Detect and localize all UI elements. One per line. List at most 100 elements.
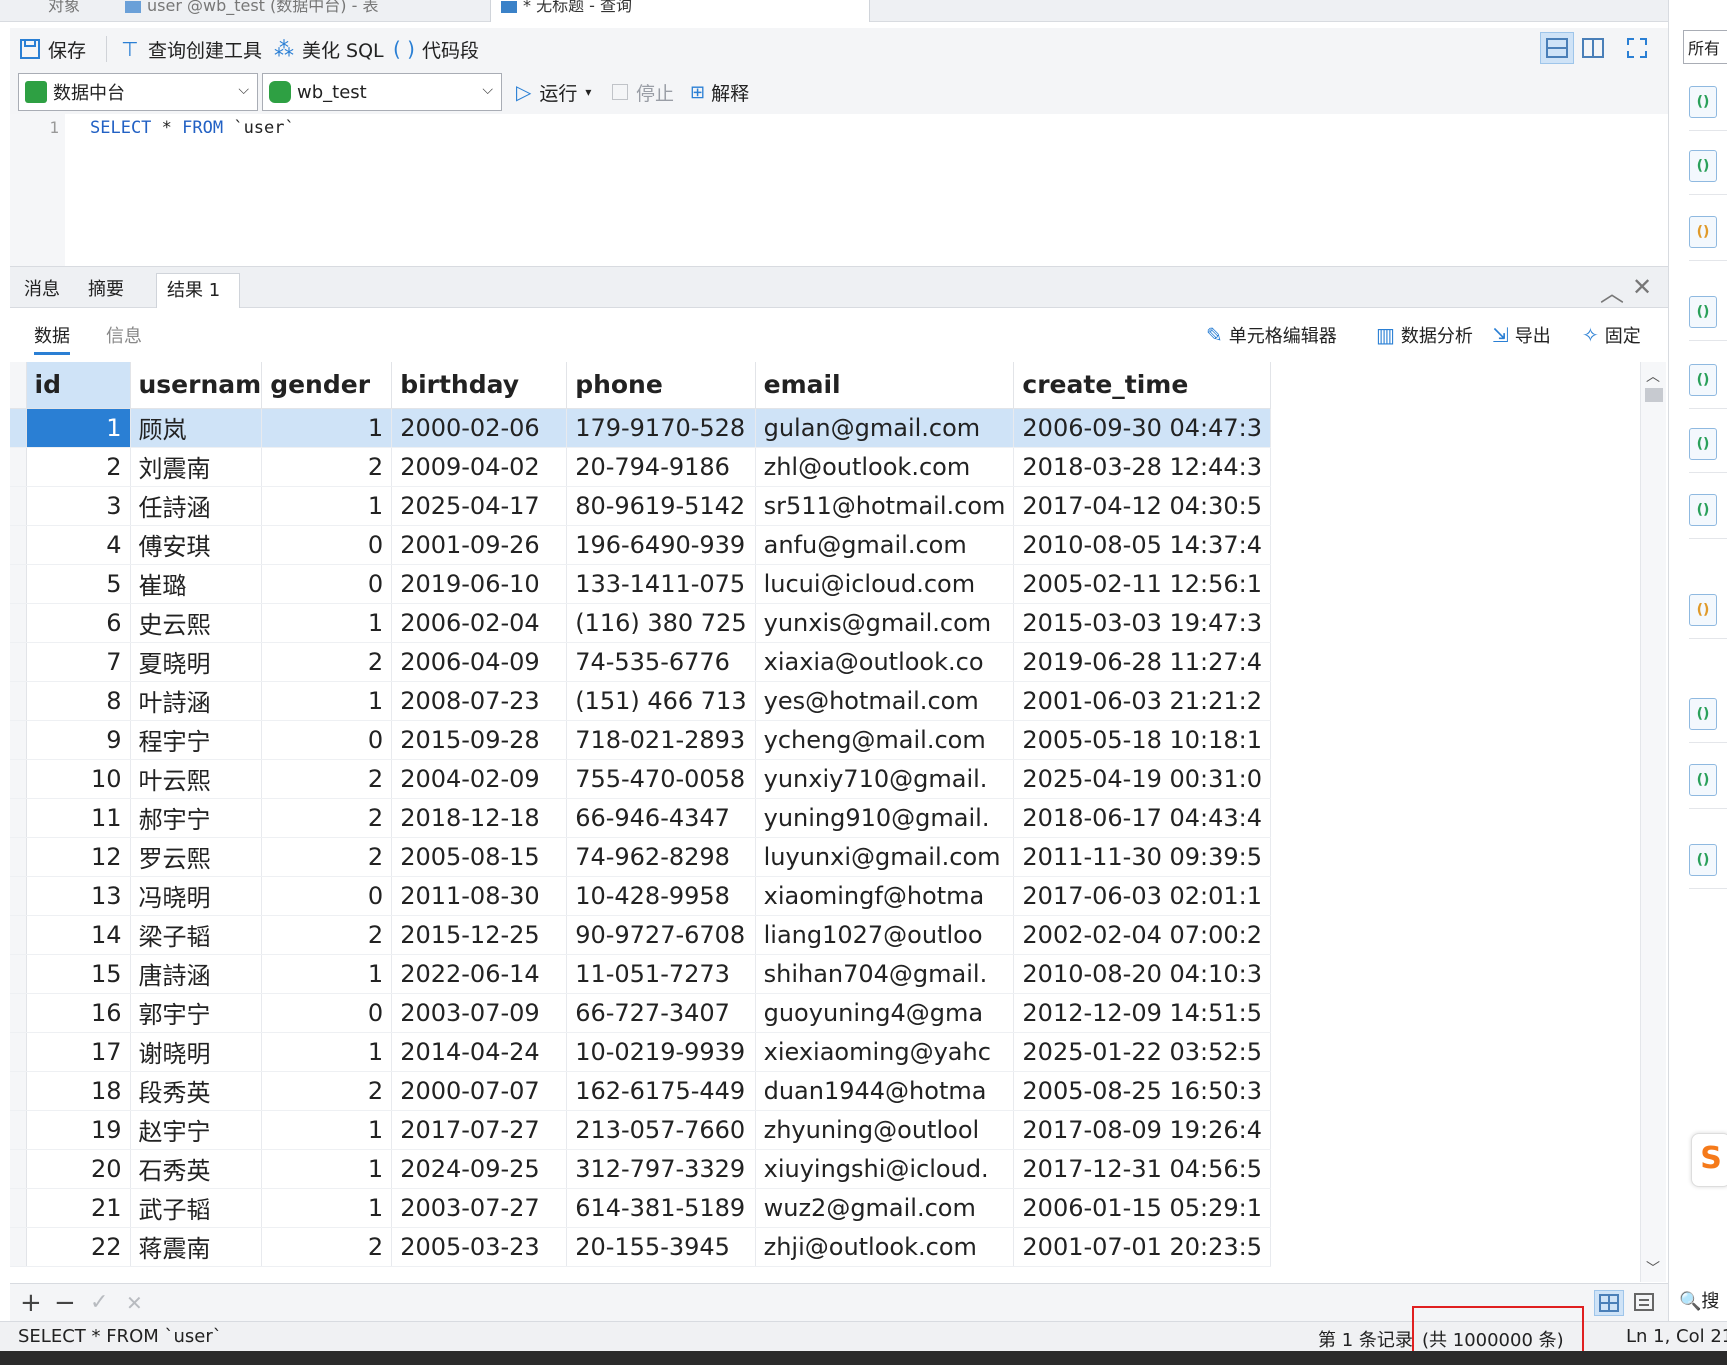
cell-email[interactable]: yunxiy710@gmail. bbox=[755, 759, 1015, 799]
fullscreen-button[interactable] bbox=[1620, 32, 1654, 64]
table-row[interactable]: 19 赵宇宁 1 2017-07-27 213-057-7660 zhyuning@out… bbox=[10, 1110, 1272, 1150]
cell-gender[interactable]: 2 bbox=[261, 642, 393, 682]
table-row[interactable]: 4 傅安琪 0 2001-09-26 196-6490-939 anfu@gmail.co… bbox=[10, 525, 1272, 565]
cell-email[interactable]: shihan704@gmail. bbox=[755, 954, 1015, 994]
cell-phone[interactable]: 20-794-9186 bbox=[566, 447, 756, 487]
cell-username[interactable]: 崔璐 bbox=[130, 564, 263, 604]
cell-username[interactable]: 夏晓明 bbox=[130, 642, 263, 682]
cell-email[interactable]: xiexiaoming@yahc bbox=[755, 1032, 1015, 1072]
cell-birthday[interactable]: 2022-06-14 bbox=[391, 954, 568, 994]
snippet-file-icon[interactable]: () bbox=[1689, 216, 1717, 248]
row-marker[interactable] bbox=[10, 954, 27, 994]
cell-phone[interactable]: 74-535-6776 bbox=[566, 642, 756, 682]
tab-result-1[interactable]: 结果 1 bbox=[156, 273, 240, 309]
cell-email[interactable]: gulan@gmail.com bbox=[755, 408, 1015, 448]
row-marker[interactable] bbox=[10, 876, 27, 916]
table-row[interactable]: 15 唐詩涵 1 2022-06-14 11-051-7273 shihan704@gma… bbox=[10, 954, 1272, 994]
cell-birthday[interactable]: 2015-12-25 bbox=[391, 915, 568, 955]
row-marker[interactable] bbox=[10, 603, 27, 643]
cell-email[interactable]: xiaomingf@hotma bbox=[755, 876, 1015, 916]
table-row[interactable]: 10 叶云熙 2 2004-02-09 755-470-0058 yunxiy710@gm… bbox=[10, 759, 1272, 799]
form-view-button[interactable] bbox=[1630, 1290, 1660, 1316]
table-row[interactable]: 2 刘震南 2 2009-04-02 20-794-9186 zhl@outlook.co… bbox=[10, 447, 1272, 487]
cell-phone[interactable]: 162-6175-449 bbox=[566, 1071, 756, 1111]
cell-email[interactable]: guoyuning4@gma bbox=[755, 993, 1015, 1033]
table-row[interactable]: 18 段秀英 2 2000-07-07 162-6175-449 duan1944@hot… bbox=[10, 1071, 1272, 1111]
table-row[interactable]: 7 夏晓明 2 2006-04-09 74-535-6776 xiaxia@outlook… bbox=[10, 642, 1272, 682]
cell-birthday[interactable]: 2024-09-25 bbox=[391, 1149, 568, 1189]
cell-username[interactable]: 郭宇宁 bbox=[130, 993, 263, 1033]
table-row[interactable]: 8 叶詩涵 1 2008-07-23 (151) 466 713 yes@hotmail.… bbox=[10, 681, 1272, 721]
run-button[interactable]: ▷ 运行 ▾ bbox=[516, 78, 591, 106]
cell-id[interactable]: 15 bbox=[26, 954, 131, 994]
table-row[interactable]: 14 梁子韬 2 2015-12-25 90-9727-6708 liang1027@ou… bbox=[10, 915, 1272, 955]
row-marker[interactable] bbox=[10, 1032, 27, 1072]
cell-id[interactable]: 17 bbox=[26, 1032, 131, 1072]
cell-username[interactable]: 冯晓明 bbox=[130, 876, 263, 916]
cell-gender[interactable]: 2 bbox=[261, 759, 393, 799]
cell-id[interactable]: 13 bbox=[26, 876, 131, 916]
cell-id[interactable]: 6 bbox=[26, 603, 131, 643]
cell-username[interactable]: 石秀英 bbox=[130, 1149, 263, 1189]
cell-username[interactable]: 谢晓明 bbox=[130, 1032, 263, 1072]
cell-email[interactable]: xiaxia@outlook.co bbox=[755, 642, 1015, 682]
snippet-file-icon[interactable]: () bbox=[1689, 698, 1717, 730]
cell-username[interactable]: 史云熙 bbox=[130, 603, 263, 643]
tab-untitled-query[interactable]: * 无标题 - 查询 bbox=[490, 0, 870, 22]
export-button[interactable]: ⇲ 导出 bbox=[1492, 322, 1551, 348]
cell-username[interactable]: 梁子韬 bbox=[130, 915, 263, 955]
cell-birthday[interactable]: 2005-03-23 bbox=[391, 1227, 568, 1267]
row-marker[interactable] bbox=[10, 1071, 27, 1111]
connection-select[interactable]: 数据中台 ⌵ bbox=[18, 73, 258, 111]
pin-button[interactable]: ✧ 固定 bbox=[1582, 322, 1641, 348]
table-row[interactable]: 11 郝宇宁 2 2018-12-18 66-946-4347 yuning910@gma… bbox=[10, 798, 1272, 838]
subtab-data[interactable]: 数据 bbox=[34, 322, 70, 355]
cell-username[interactable]: 顾岚 bbox=[130, 408, 263, 448]
row-marker[interactable] bbox=[10, 1149, 27, 1189]
row-marker[interactable] bbox=[10, 408, 27, 448]
column-header-username[interactable]: usernam bbox=[130, 362, 263, 409]
cell-phone[interactable]: 74-962-8298 bbox=[566, 837, 756, 877]
cell-email[interactable]: lucui@icloud.com bbox=[755, 564, 1015, 604]
cell-username[interactable]: 叶詩涵 bbox=[130, 681, 263, 721]
cell-gender[interactable]: 2 bbox=[261, 1071, 393, 1111]
table-row[interactable]: 16 郭宇宁 0 2003-07-09 66-727-3407 guoyuning4@gm… bbox=[10, 993, 1272, 1033]
cell-birthday[interactable]: 2004-02-09 bbox=[391, 759, 568, 799]
cell-create-time[interactable]: 2015-03-03 19:47:3 bbox=[1013, 603, 1272, 643]
cell-gender[interactable]: 2 bbox=[261, 447, 393, 487]
grid-view-button[interactable] bbox=[1594, 1290, 1624, 1316]
tab-summary[interactable]: 摘要 bbox=[78, 273, 134, 309]
add-row-button[interactable]: + bbox=[20, 1288, 42, 1318]
cell-id[interactable]: 3 bbox=[26, 486, 131, 526]
cell-id[interactable]: 19 bbox=[26, 1110, 131, 1150]
column-header-birthday[interactable]: birthday bbox=[391, 362, 568, 409]
table-row[interactable]: 20 石秀英 1 2024-09-25 312-797-3329 xiuyingshi@i… bbox=[10, 1149, 1272, 1189]
cell-email[interactable]: yes@hotmail.com bbox=[755, 681, 1015, 721]
cell-create-time[interactable]: 2001-06-03 21:21:2 bbox=[1013, 681, 1272, 721]
cell-create-time[interactable]: 2006-09-30 04:47:3 bbox=[1013, 408, 1272, 448]
cell-phone[interactable]: (151) 466 713 bbox=[566, 681, 756, 721]
cell-username[interactable]: 蒋震南 bbox=[130, 1227, 263, 1267]
table-row[interactable]: 5 崔璐 0 2019-06-10 133-1411-075 lucui@icloud.c… bbox=[10, 564, 1272, 604]
cell-create-time[interactable]: 2005-02-11 12:56:1 bbox=[1013, 564, 1272, 604]
result-grid[interactable]: id usernam gender birthday phone email c… bbox=[10, 362, 1650, 1282]
cell-birthday[interactable]: 2019-06-10 bbox=[391, 564, 568, 604]
cell-id[interactable]: 11 bbox=[26, 798, 131, 838]
row-marker[interactable] bbox=[10, 759, 27, 799]
cell-email[interactable]: liang1027@outloo bbox=[755, 915, 1015, 955]
cell-phone[interactable]: 179-9170-528 bbox=[566, 408, 756, 448]
row-marker[interactable] bbox=[10, 1188, 27, 1228]
cell-username[interactable]: 程宇宁 bbox=[130, 720, 263, 760]
cell-id[interactable]: 9 bbox=[26, 720, 131, 760]
cell-gender[interactable]: 1 bbox=[261, 486, 393, 526]
cell-username[interactable]: 刘震南 bbox=[130, 447, 263, 487]
sql-code-line[interactable]: SELECT * FROM `user` bbox=[90, 118, 295, 138]
cell-email[interactable]: sr511@hotmail.com bbox=[755, 486, 1015, 526]
cell-create-time[interactable]: 2025-04-19 00:31:0 bbox=[1013, 759, 1272, 799]
tab-messages[interactable]: 消息 bbox=[14, 273, 70, 309]
cell-gender[interactable]: 2 bbox=[261, 798, 393, 838]
cell-id[interactable]: 22 bbox=[26, 1227, 131, 1267]
cell-phone[interactable]: 755-470-0058 bbox=[566, 759, 756, 799]
cell-phone[interactable]: 213-057-7660 bbox=[566, 1110, 756, 1150]
query-builder-button[interactable]: ⊤ 查询创建工具 bbox=[118, 34, 262, 64]
